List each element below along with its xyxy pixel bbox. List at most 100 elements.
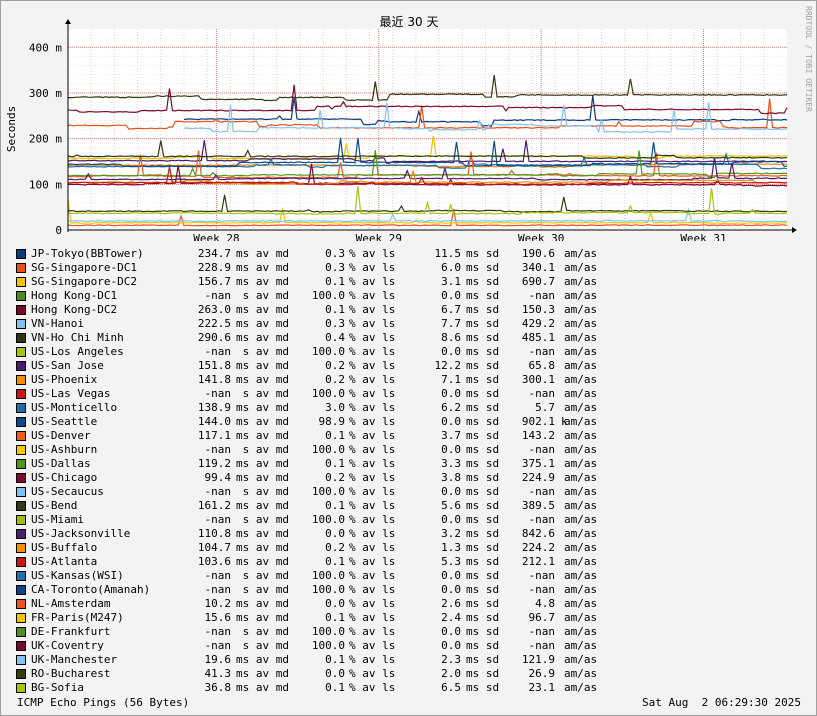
stddev-unit: ms sd [466, 429, 500, 442]
packet-loss: 0.1 [325, 681, 345, 694]
median-rtt: 10.2 [204, 597, 232, 610]
median-unit: ms av md [236, 373, 289, 386]
rtt-stddev: 6.5 [441, 681, 461, 694]
series-name: SG-Singapore-DC1 [31, 261, 137, 274]
median-rtt: 103.6 [197, 555, 231, 568]
legend-swatch [16, 529, 26, 539]
stddev-unit: ms sd [466, 681, 500, 694]
legend-swatch [16, 459, 26, 469]
y-tick-label: 300 m [29, 87, 62, 100]
legend-row: US-Secaucus -nan s av md 100.0 % av ls 0.0 ms… [15, 485, 615, 499]
ratio-unit: am/as [564, 583, 598, 596]
ratio-unit: am/as [564, 359, 598, 372]
series-name: US-San Jose [31, 359, 104, 372]
rtt-stddev: 5.6 [441, 499, 461, 512]
series-name: US-Atlanta [31, 555, 98, 568]
am-as-ratio: 150.3 [521, 303, 555, 316]
legend-row: US-Atlanta 103.6 ms av md 0.1 % av ls 5.3 ms s… [15, 555, 615, 569]
legend-row: SG-Singapore-DC1 228.9 ms av md 0.3 % av ls 6… [15, 261, 615, 275]
packet-loss: 0.2 [325, 373, 345, 386]
median-rtt: -nan [204, 639, 232, 652]
am-as-ratio: -nan [528, 289, 556, 302]
loss-unit: % av ls [349, 261, 396, 274]
packet-loss: 0.0 [325, 667, 345, 680]
am-as-ratio: -nan [528, 569, 556, 582]
rtt-stddev: 3.3 [441, 457, 461, 470]
median-unit: ms av md [236, 303, 289, 316]
stddev-unit: ms sd [466, 359, 500, 372]
legend-row: FR-Paris(M247) 15.6 ms av md 0.1 % av ls 2.4 m… [15, 611, 615, 625]
packet-loss: 98.9 [318, 415, 346, 428]
packet-loss: 100.0 [311, 289, 345, 302]
loss-unit: % av ls [349, 373, 396, 386]
legend-row: US-Las Vegas -nan s av md 100.0 % av ls 0.0 m… [15, 387, 615, 401]
chart-title: 最近 30 天 [380, 15, 439, 29]
rtt-stddev: 2.3 [441, 653, 461, 666]
median-unit: ms av md [236, 275, 289, 288]
legend-row: JP-Tokyo(BBTower) 234.7 ms av md 0.3 % av ls… [15, 247, 615, 261]
packet-loss: 0.1 [325, 499, 345, 512]
median-unit: ms av md [236, 555, 289, 568]
packet-loss: 100.0 [311, 485, 345, 498]
ratio-unit: am/as [564, 317, 598, 330]
median-rtt: 104.7 [197, 541, 231, 554]
legend-row: SG-Singapore-DC2 156.7 ms av md 0.1 % av ls 3… [15, 275, 615, 289]
legend-row: VN-Ho Chi Minh 290.6 ms av md 0.4 % av ls 8.6… [15, 331, 615, 345]
x-tick-label: Week 28 [193, 232, 239, 241]
median-unit: s av md [236, 569, 289, 582]
median-rtt: -nan [204, 513, 232, 526]
series-name: US-Las Vegas [31, 387, 111, 400]
rtt-stddev: 5.3 [441, 555, 461, 568]
legend-swatch [16, 669, 26, 679]
ratio-unit: am/as [564, 289, 598, 302]
legend-swatch [16, 571, 26, 581]
loss-unit: % av ls [349, 541, 396, 554]
am-as-ratio: 902.1 [521, 415, 555, 428]
ratio-unit: am/as [564, 527, 598, 540]
ratio-unit: am/as [564, 513, 598, 526]
ratio-unit: am/as [564, 639, 598, 652]
series-name: CA-Toronto(Amanah) [31, 583, 151, 596]
loss-unit: % av ls [349, 387, 396, 400]
rtt-stddev: 0.0 [441, 639, 461, 652]
rtt-stddev: 0.0 [441, 387, 461, 400]
median-rtt: 110.8 [197, 527, 231, 540]
am-as-ratio: 212.1 [521, 555, 555, 568]
packet-loss: 100.0 [311, 583, 345, 596]
legend-swatch [16, 431, 26, 441]
median-unit: s av md [236, 485, 289, 498]
rtt-stddev: 2.4 [441, 611, 461, 624]
x-tick-label: Week 31 [680, 232, 726, 241]
median-rtt: 119.2 [197, 457, 231, 470]
rtt-stddev: 3.1 [441, 275, 461, 288]
series-name: US-Kansas(WSI) [31, 569, 124, 582]
rtt-stddev: 0.0 [441, 415, 461, 428]
median-rtt: -nan [204, 443, 232, 456]
stddev-unit: ms sd [466, 513, 500, 526]
loss-unit: % av ls [349, 653, 396, 666]
legend-row: US-Jacksonville 110.8 ms av md 0.0 % av ls 3.… [15, 527, 615, 541]
rtt-stddev: 7.1 [441, 373, 461, 386]
rtt-stddev: 8.6 [441, 331, 461, 344]
stddev-unit: ms sd [466, 667, 500, 680]
y-tick-label: 0 [55, 224, 62, 237]
legend-row: US-San Jose 151.8 ms av md 0.2 % av ls 12.2 ms… [15, 359, 615, 373]
median-rtt: 234.7 [197, 247, 231, 260]
loss-unit: % av ls [349, 513, 396, 526]
median-rtt: 117.1 [197, 429, 231, 442]
am-as-ratio: 65.8 [528, 359, 556, 372]
rtt-stddev: 3.7 [441, 429, 461, 442]
packet-loss: 0.3 [325, 247, 345, 260]
am-as-ratio: 224.9 [521, 471, 555, 484]
stddev-unit: ms sd [466, 653, 500, 666]
rtt-stddev: 7.7 [441, 317, 461, 330]
am-as-ratio: -nan [528, 583, 556, 596]
loss-unit: % av ls [349, 429, 396, 442]
loss-unit: % av ls [349, 527, 396, 540]
legend-row: US-Denver 117.1 ms av md 0.1 % av ls 3.7 ms sd… [15, 429, 615, 443]
ratio-unit: am/as [564, 457, 598, 470]
legend-row: US-Monticello 138.9 ms av md 3.0 % av ls 6.2 m… [15, 401, 615, 415]
legend-row: US-Los Angeles -nan s av md 100.0 % av ls 0.… [15, 345, 615, 359]
am-as-ratio: -nan [528, 485, 556, 498]
packet-loss: 0.2 [325, 359, 345, 372]
